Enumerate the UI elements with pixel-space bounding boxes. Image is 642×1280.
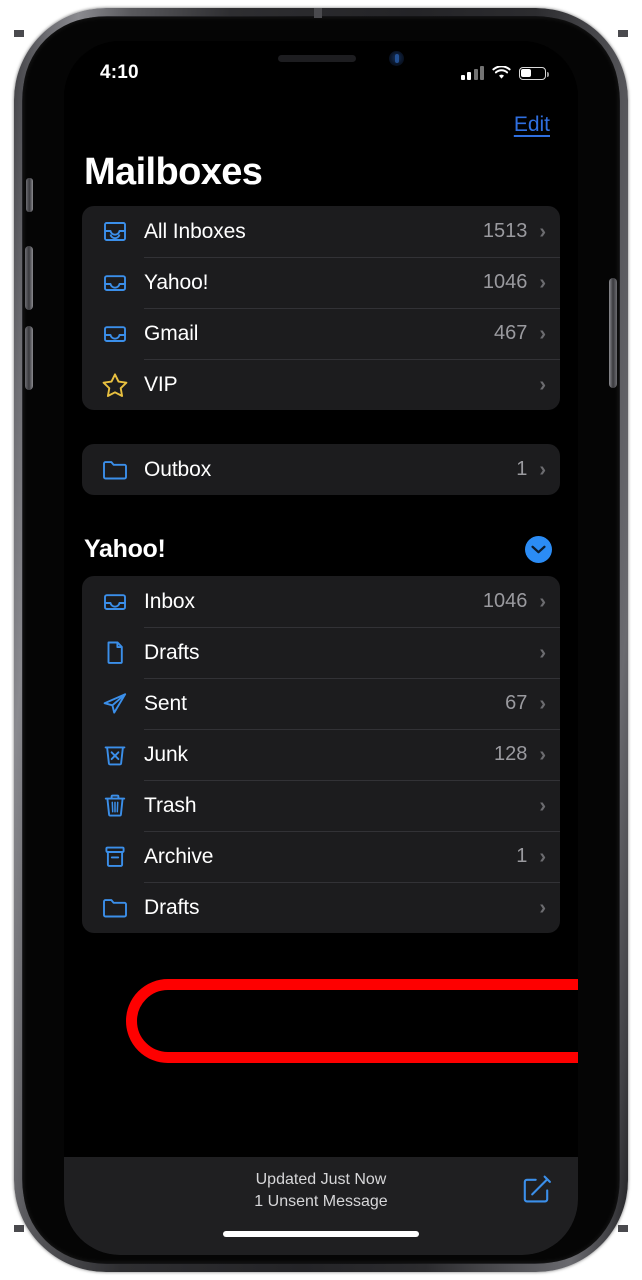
mailbox-row-archive[interactable]: Archive 1 › <box>82 831 560 882</box>
chevron-right-icon: › <box>539 590 546 613</box>
unread-count: 1046 <box>482 271 528 293</box>
mailbox-row-trash[interactable]: Trash › <box>82 780 560 831</box>
chevron-right-icon: › <box>539 692 546 715</box>
battery-icon <box>519 66 549 80</box>
chevron-right-icon: › <box>539 271 546 294</box>
mailbox-label: Yahoo! <box>144 270 209 294</box>
antenna-band-top-left <box>14 30 24 37</box>
mailbox-row-outbox[interactable]: Outbox 1 › <box>82 444 560 495</box>
compose-icon[interactable] <box>520 1173 552 1205</box>
folder-icon <box>98 455 132 485</box>
device-notch <box>212 41 430 75</box>
chevron-right-icon: › <box>539 458 546 481</box>
mailbox-row-all-inboxes[interactable]: All Inboxes 1513 › <box>82 206 560 257</box>
mailbox-group-outbox: Outbox 1 › <box>82 444 560 495</box>
chevron-down-circle-icon[interactable] <box>525 536 552 563</box>
phone-device-frame: 4:10 Edit Mailboxes All Inboxes 1513 › Y… <box>14 8 628 1272</box>
inbox-tray-icon <box>98 587 132 617</box>
folder-icon <box>98 893 132 923</box>
mailbox-label: Trash <box>144 793 197 817</box>
sync-status-line-1: Updated Just Now <box>255 1171 387 1188</box>
mute-switch[interactable] <box>26 178 33 212</box>
sync-status: Updated Just Now 1 Unsent Message <box>254 1169 387 1212</box>
navigation-bar: Edit <box>64 93 578 139</box>
mailbox-row-inbox[interactable]: Inbox 1046 › <box>82 576 560 627</box>
chevron-right-icon: › <box>539 743 546 766</box>
junk-bin-icon <box>98 740 132 770</box>
wifi-icon <box>492 66 511 80</box>
unread-count: 467 <box>493 322 528 344</box>
chevron-right-icon: › <box>539 322 546 345</box>
mailbox-label: Inbox <box>144 589 195 613</box>
front-camera-icon <box>389 51 404 66</box>
battery-level-fill <box>521 68 532 78</box>
earpiece-speaker-icon <box>278 55 356 62</box>
bottom-toolbar: Updated Just Now 1 Unsent Message <box>64 1157 578 1255</box>
mailbox-label: Gmail <box>144 321 199 345</box>
chevron-right-icon: › <box>539 220 546 243</box>
mailbox-row-yahoo[interactable]: Yahoo! 1046 › <box>82 257 560 308</box>
mailbox-label: Outbox <box>144 457 212 481</box>
mailbox-group-yahoo-account: Inbox 1046 › Drafts › Sent 67 › Junk 128… <box>82 576 560 933</box>
volume-down-button[interactable] <box>25 326 33 390</box>
mailbox-row-drafts[interactable]: Drafts › <box>82 627 560 678</box>
chevron-right-icon: › <box>539 845 546 868</box>
inbox-tray-icon <box>98 319 132 349</box>
star-icon <box>98 370 132 400</box>
mailbox-label: Junk <box>144 742 188 766</box>
home-indicator[interactable] <box>223 1231 419 1237</box>
all-inboxes-icon <box>98 217 132 247</box>
document-icon <box>98 638 132 668</box>
chevron-right-icon: › <box>539 373 546 396</box>
mailbox-row-junk[interactable]: Junk 128 › <box>82 729 560 780</box>
chevron-right-icon: › <box>539 896 546 919</box>
mailbox-label: Archive <box>144 844 214 868</box>
paper-plane-icon <box>98 689 132 719</box>
account-section-header: Yahoo! <box>64 529 578 576</box>
page-title: Mailboxes <box>84 151 263 193</box>
sync-status-line-2: 1 Unsent Message <box>254 1192 388 1210</box>
inbox-tray-icon <box>98 268 132 298</box>
unread-count: 1 <box>516 458 528 480</box>
trash-icon <box>98 791 132 821</box>
unread-count: 1 <box>516 845 528 867</box>
unread-count: 1513 <box>482 220 528 242</box>
unread-count: 128 <box>493 743 528 765</box>
mailbox-label: All Inboxes <box>144 219 246 243</box>
antenna-band-bottom-left <box>14 1225 24 1232</box>
volume-up-button[interactable] <box>25 246 33 310</box>
account-section-title: Yahoo! <box>84 535 166 563</box>
mailbox-label: VIP <box>144 372 178 396</box>
mailbox-row-sent[interactable]: Sent 67 › <box>82 678 560 729</box>
mailbox-label: Drafts <box>144 895 200 919</box>
mailbox-row-vip[interactable]: VIP › <box>82 359 560 410</box>
mailbox-row-drafts-folder[interactable]: Drafts › <box>82 882 560 933</box>
antenna-band-top <box>314 8 322 18</box>
mailbox-list-scroll-area[interactable]: All Inboxes 1513 › Yahoo! 1046 › Gmail 4… <box>64 206 578 1255</box>
mail-app: Edit Mailboxes All Inboxes 1513 › Yahoo!… <box>64 41 578 1255</box>
cellular-signal-icon <box>460 66 484 80</box>
edit-button[interactable]: Edit <box>514 113 550 137</box>
phone-screen: 4:10 Edit Mailboxes All Inboxes 1513 › Y… <box>64 41 578 1255</box>
chevron-right-icon: › <box>539 641 546 664</box>
mailbox-group-primary: All Inboxes 1513 › Yahoo! 1046 › Gmail 4… <box>82 206 560 410</box>
archive-box-icon <box>98 842 132 872</box>
power-button[interactable] <box>609 278 617 388</box>
mailbox-row-gmail[interactable]: Gmail 467 › <box>82 308 560 359</box>
status-bar-time: 4:10 <box>100 62 139 83</box>
status-bar-indicators <box>460 66 549 80</box>
mailbox-label: Drafts <box>144 640 200 664</box>
antenna-band-top-right <box>618 30 628 37</box>
chevron-right-icon: › <box>539 794 546 817</box>
unread-count: 1046 <box>482 590 528 612</box>
mailbox-label: Sent <box>144 691 187 715</box>
antenna-band-bottom-right <box>618 1225 628 1232</box>
unread-count: 67 <box>505 692 528 714</box>
